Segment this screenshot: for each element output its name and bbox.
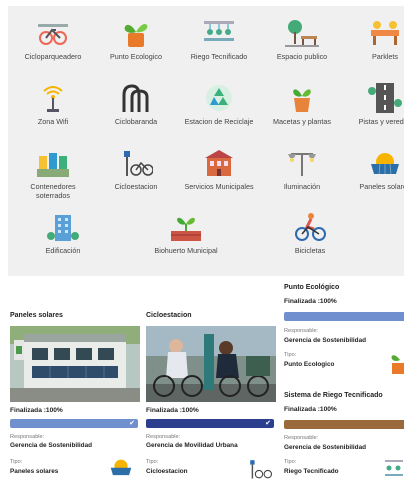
underground-containers-icon [36, 148, 70, 178]
eco-point-icon [119, 18, 153, 48]
project-photo [10, 326, 140, 402]
tipo-value: Cicloestacion [146, 468, 188, 475]
category-cicloestacion[interactable]: Cicloestacion [96, 148, 176, 191]
bicycle-parking-icon [36, 18, 70, 48]
project-title: Paneles solares [10, 312, 63, 319]
street-light-icon [285, 148, 319, 178]
recycling-station-icon [202, 83, 236, 113]
tipo-value: Paneles solares [10, 468, 59, 475]
check-icon: ✔ [129, 420, 135, 427]
tipo-label: Tipo: [284, 459, 297, 465]
category-label: Macetas y plantas [273, 117, 331, 126]
project-status: Finalizada :100% [10, 407, 63, 414]
project-status: Finalizada :100% [284, 406, 337, 413]
category-macetas-plantas[interactable]: Macetas y plantas [262, 83, 342, 126]
category-ciclobaranda[interactable]: Ciclobaranda [96, 83, 176, 126]
project-status: Finalizada :100% [146, 407, 199, 414]
category-label: Espacio publico [276, 52, 328, 61]
category-edificacion[interactable]: Edificación [23, 212, 103, 255]
wifi-zone-icon [36, 83, 70, 113]
municipal-building-icon [202, 148, 236, 178]
parklet-icon [368, 18, 402, 48]
category-label: Zona Wifi [37, 117, 69, 126]
progress-bar: ✔ [146, 419, 274, 428]
category-espacio-publico[interactable]: Espacio publico [262, 18, 342, 61]
tipo-label: Tipo: [284, 352, 297, 358]
building-icon [46, 212, 80, 242]
irrigation-icon [384, 458, 404, 480]
category-label: Contenedores soterrados [30, 182, 76, 200]
category-punto-ecologico[interactable]: Punto Ecologico [96, 18, 176, 61]
progress-bar [284, 420, 404, 429]
bike-rail-icon [119, 83, 153, 113]
category-paneles-solares[interactable]: Paneles solares [345, 148, 404, 191]
responsable-value: Gerencia de Sostenibilidad [284, 444, 367, 451]
bike-station-icon [246, 458, 272, 480]
category-label: Cicloparqueadero [24, 52, 82, 61]
category-estacion-reciclaje[interactable]: Estacion de Reciclaje [179, 83, 259, 126]
garden-icon [169, 212, 203, 242]
tipo-value: Punto Ecologico [284, 361, 335, 368]
category-label: Paneles solares [359, 182, 404, 191]
responsable-value: Gerencia de Sostenibilidad [10, 442, 93, 449]
solar-panel-icon [108, 456, 134, 478]
category-label: Riego Tecnificado [190, 52, 248, 61]
category-label: Servicios Municipales [184, 182, 254, 191]
bike-station-icon [119, 148, 153, 178]
check-icon: ✔ [265, 420, 271, 427]
category-parklets[interactable]: Parklets [345, 18, 404, 61]
responsable-label: Responsable: [146, 434, 181, 440]
category-bicicletas[interactable]: Bicicletas [270, 212, 350, 255]
responsable-label: Responsable: [10, 434, 45, 440]
responsable-label: Responsable: [284, 328, 319, 334]
category-cicloparqueadero[interactable]: Cicloparqueadero [13, 18, 93, 61]
category-panel: Cicloparqueadero Punto Ecologico Riego T… [8, 6, 404, 276]
project-card-cicloestacion[interactable]: Cicloestacion Finalizada :100% ✔ Respons… [146, 312, 276, 482]
progress-bar: ✔ [10, 419, 138, 428]
eco-point-icon [388, 352, 404, 374]
solar-panel-icon [368, 148, 402, 178]
category-label: Biohuerto Municipal [154, 246, 218, 255]
category-servicios-municipales[interactable]: Servicios Municipales [179, 148, 259, 191]
tipo-label: Tipo: [10, 459, 23, 465]
project-title: Punto Ecológico [284, 284, 340, 291]
category-pistas-veredas[interactable]: Pistas y veredas [345, 83, 404, 126]
category-label: Estacion de Reciclaje [184, 117, 254, 126]
public-space-icon [285, 18, 319, 48]
project-title: Cicloestacion [146, 312, 192, 319]
cyclist-icon [293, 212, 327, 242]
project-title: Sistema de Riego Tecnificado [284, 392, 383, 399]
project-card-paneles-solares[interactable]: Paneles solares Finalizada :100% ✔ Respo… [10, 312, 140, 482]
responsable-value: Gerencia de Movilidad Urbana [146, 442, 238, 449]
category-label: Cicloestacion [114, 182, 158, 191]
project-photo [146, 326, 276, 402]
project-card-riego-tecnificado[interactable]: Sistema de Riego Tecnificado Finalizada … [284, 392, 404, 482]
plant-pot-icon [285, 83, 319, 113]
project-card-punto-ecologico[interactable]: Punto Ecológico Finalizada :100% Respons… [284, 284, 404, 384]
responsable-value: Gerencia de Sostenibilidad [284, 337, 367, 344]
category-label: Punto Ecologico [110, 52, 162, 61]
category-contenedores-soterrados[interactable]: Contenedores soterrados [13, 148, 93, 200]
category-biohuerto-municipal[interactable]: Biohuerto Municipal [146, 212, 226, 255]
tipo-value: Riego Tecnificado [284, 468, 339, 475]
category-label: Edificación [45, 246, 81, 255]
progress-bar [284, 312, 404, 321]
category-riego-tecnificado[interactable]: Riego Tecnificado [179, 18, 259, 61]
category-label: Parklets [372, 52, 398, 61]
irrigation-icon [202, 18, 236, 48]
tipo-label: Tipo: [146, 459, 159, 465]
category-iluminacion[interactable]: Iluminación [262, 148, 342, 191]
project-status: Finalizada :100% [284, 298, 337, 305]
responsable-label: Responsable: [284, 435, 319, 441]
category-zona-wifi[interactable]: Zona Wifi [13, 83, 93, 126]
category-label: Pistas y veredas [358, 117, 404, 126]
category-label: Bicicletas [294, 246, 326, 255]
category-label: Ciclobaranda [114, 117, 158, 126]
road-icon [368, 83, 402, 113]
category-label: Iluminación [283, 182, 321, 191]
